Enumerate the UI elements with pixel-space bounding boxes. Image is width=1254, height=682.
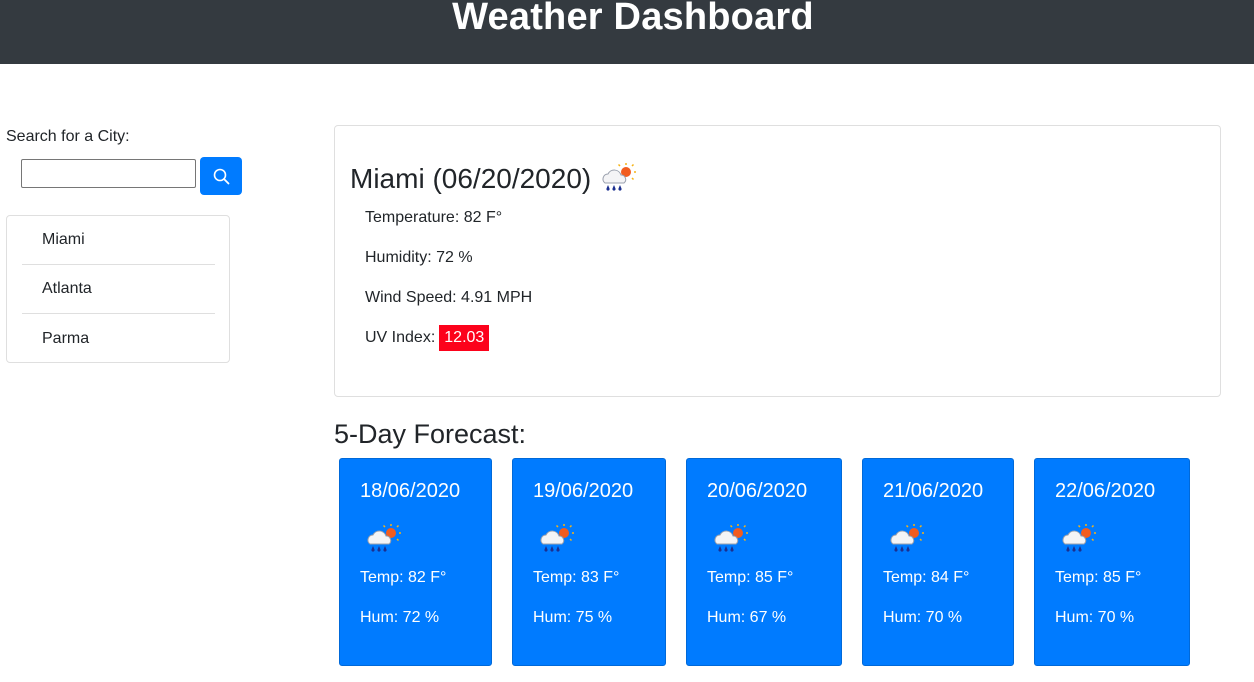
current-uv-row: UV Index: 12.03: [365, 325, 490, 351]
rain-sun-icon: [711, 523, 751, 560]
forecast-date: 18/06/2020: [360, 480, 461, 502]
uv-index-badge: 12.03: [439, 325, 490, 351]
rain-sun-icon: [599, 162, 639, 201]
current-wind-speed: Wind Speed: 4.91 MPH: [365, 289, 533, 306]
rain-sun-icon: [364, 523, 404, 560]
uv-index-label: UV Index:: [365, 329, 436, 346]
forecast-humidity: Hum: 75 %: [533, 609, 613, 626]
rain-sun-icon: [887, 523, 927, 560]
history-item-atlanta[interactable]: Atlanta: [22, 265, 215, 314]
current-weather-card: Miami (06/20/2020) Temperature: 82 F° Hu…: [334, 125, 1221, 397]
forecast-card: 22/06/2020 Temp: 85 F° Hum: 70 %: [1034, 458, 1190, 666]
search-history-list: Miami Atlanta Parma: [6, 215, 230, 363]
forecast-temp: Temp: 85 F°: [707, 569, 794, 586]
app-header: Weather Dashboard: [0, 0, 1254, 64]
current-temperature: Temperature: 82 F°: [365, 209, 503, 226]
current-city-title: Miami (06/20/2020): [350, 162, 592, 194]
search-button[interactable]: [200, 157, 242, 195]
city-search-input[interactable]: [21, 159, 196, 188]
forecast-date: 21/06/2020: [883, 480, 984, 502]
history-item-miami[interactable]: Miami: [22, 216, 215, 265]
rain-sun-icon: [537, 523, 577, 560]
search-icon: [213, 168, 229, 184]
forecast-temp: Temp: 84 F°: [883, 569, 970, 586]
search-label: Search for a City:: [6, 128, 130, 145]
forecast-humidity: Hum: 67 %: [707, 609, 787, 626]
forecast-humidity: Hum: 70 %: [883, 609, 963, 626]
history-item-parma[interactable]: Parma: [22, 314, 215, 363]
forecast-heading: 5-Day Forecast:: [334, 419, 527, 449]
forecast-date: 22/06/2020: [1055, 480, 1156, 502]
forecast-temp: Temp: 82 F°: [360, 569, 447, 586]
forecast-date: 20/06/2020: [707, 480, 808, 502]
forecast-temp: Temp: 85 F°: [1055, 569, 1142, 586]
forecast-temp: Temp: 83 F°: [533, 569, 620, 586]
current-humidity: Humidity: 72 %: [365, 249, 473, 266]
rain-sun-icon: [1059, 523, 1099, 560]
forecast-humidity: Hum: 72 %: [360, 609, 440, 626]
current-city-heading: Miami (06/20/2020): [350, 156, 639, 201]
forecast-humidity: Hum: 70 %: [1055, 609, 1135, 626]
forecast-card: 19/06/2020 Temp: 83 F° Hum: 75 %: [512, 458, 666, 666]
forecast-card: 18/06/2020 Temp: 82 F° Hum: 72 %: [339, 458, 492, 666]
forecast-date: 19/06/2020: [533, 480, 634, 502]
forecast-card: 20/06/2020 Temp: 85 F° Hum: 67 %: [686, 458, 842, 666]
page-title: Weather Dashboard: [452, 0, 814, 38]
forecast-card: 21/06/2020 Temp: 84 F° Hum: 70 %: [862, 458, 1014, 666]
